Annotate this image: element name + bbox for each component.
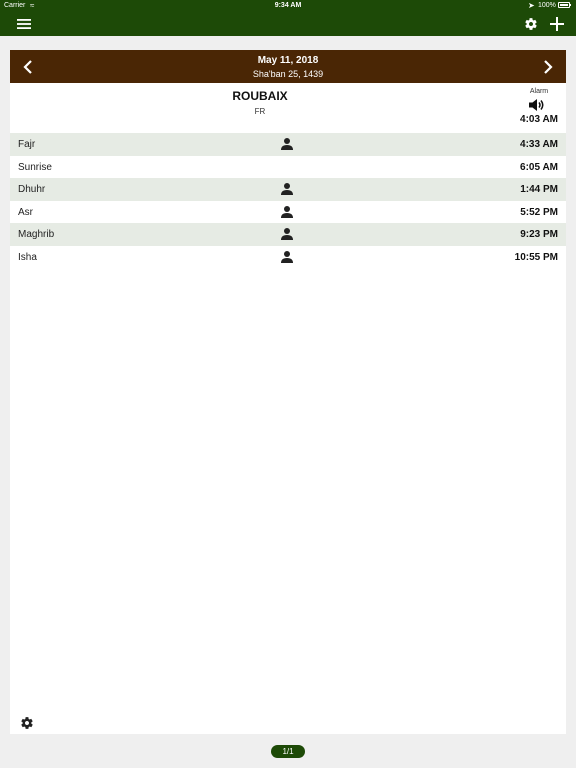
prayer-row-sunrise[interactable]: Sunrise 6:05 AM bbox=[10, 156, 566, 179]
alarm-time: 4:03 AM bbox=[520, 114, 558, 125]
person-icon[interactable] bbox=[280, 227, 294, 241]
speaker-icon bbox=[529, 99, 544, 111]
country-code: FR bbox=[254, 107, 266, 116]
menu-icon bbox=[17, 19, 31, 29]
plus-icon bbox=[550, 17, 564, 31]
date-header: May 11, 2018 Sha'ban 25, 1439 bbox=[10, 50, 566, 83]
prayer-name: Asr bbox=[18, 206, 33, 218]
person-icon[interactable] bbox=[280, 250, 294, 264]
location-arrow-icon: ➤ bbox=[528, 1, 535, 10]
prayer-row-fajr[interactable]: Fajr 4:33 AM bbox=[10, 133, 566, 156]
prayer-name: Dhuhr bbox=[18, 184, 46, 195]
prayer-name: Fajr bbox=[18, 139, 36, 150]
prayer-times-card: May 11, 2018 Sha'ban 25, 1439 ROUBAIX FR… bbox=[10, 50, 566, 734]
settings-button[interactable] bbox=[521, 14, 541, 34]
prayer-time: 10:55 PM bbox=[514, 251, 558, 263]
gregorian-date: May 11, 2018 bbox=[257, 55, 319, 66]
prayer-time: 6:05 AM bbox=[520, 161, 558, 173]
prayer-list: Fajr 4:33 AM Sunrise 6:05 AM Dhuhr 1:44 … bbox=[10, 133, 566, 268]
top-bar: Carrier ≈ 9:34 AM ➤ 100% bbox=[0, 0, 576, 36]
hijri-date: Sha'ban 25, 1439 bbox=[252, 69, 324, 79]
prayer-row-maghrib[interactable]: Maghrib 9:23 PM bbox=[10, 223, 566, 246]
person-icon[interactable] bbox=[280, 205, 294, 219]
add-button[interactable] bbox=[547, 14, 567, 34]
prayer-row-asr[interactable]: Asr 5:52 PM bbox=[10, 201, 566, 224]
next-day-button[interactable] bbox=[538, 57, 558, 77]
prayer-time: 9:23 PM bbox=[520, 229, 558, 240]
status-bar: Carrier ≈ 9:34 AM ➤ 100% bbox=[0, 0, 576, 12]
prayer-name: Sunrise bbox=[18, 161, 52, 173]
alarm-sound-button[interactable] bbox=[528, 98, 548, 112]
chevron-right-icon bbox=[544, 60, 553, 74]
page-indicator[interactable]: 1/1 bbox=[271, 745, 305, 758]
battery-percent: 100% bbox=[538, 2, 556, 9]
person-icon[interactable] bbox=[280, 182, 294, 196]
menu-button[interactable] bbox=[14, 14, 34, 34]
prayer-name: Maghrib bbox=[18, 229, 55, 240]
prayer-row-dhuhr[interactable]: Dhuhr 1:44 PM bbox=[10, 178, 566, 201]
status-time: 9:34 AM bbox=[274, 2, 302, 9]
battery-icon bbox=[558, 2, 571, 8]
city-name: ROUBAIX bbox=[232, 89, 288, 103]
prayer-row-isha[interactable]: Isha 10:55 PM bbox=[10, 246, 566, 269]
gear-icon bbox=[525, 18, 537, 30]
person-icon[interactable] bbox=[280, 137, 294, 151]
prayer-time: 4:33 AM bbox=[520, 139, 558, 150]
prayer-time: 5:52 PM bbox=[520, 206, 558, 218]
prayer-time: 1:44 PM bbox=[520, 184, 558, 195]
location-settings-button[interactable] bbox=[20, 716, 34, 730]
alarm-label: Alarm bbox=[529, 88, 549, 95]
prayer-name: Isha bbox=[18, 251, 37, 263]
gear-icon bbox=[21, 717, 33, 729]
